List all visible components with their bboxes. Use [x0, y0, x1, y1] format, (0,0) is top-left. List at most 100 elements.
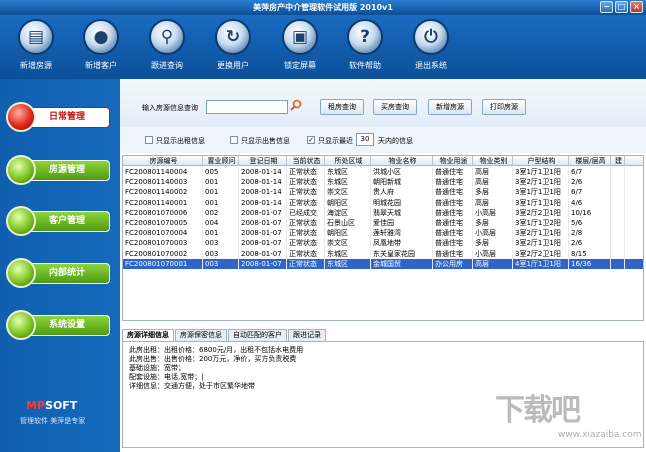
column-header: 楼层/层高	[569, 156, 611, 165]
table-cell: 正常状态	[287, 197, 325, 208]
sidebar-item-settings[interactable]: 系统设置	[6, 310, 116, 340]
tab-followup-records[interactable]: 跟进记录	[288, 329, 326, 341]
table-cell: 普通住宅	[433, 187, 473, 198]
rent-only-checkbox[interactable]	[145, 136, 153, 144]
tab-confidential-info[interactable]: 房源保密信息	[175, 329, 227, 341]
table-cell: 普通住宅	[433, 248, 473, 259]
table-cell: 普通住宅	[433, 177, 473, 188]
toolbar-new-customer-button[interactable]: ● 新增客户	[71, 19, 131, 71]
toolbar-switch-user-button[interactable]: ↻ 更换用户	[203, 19, 263, 71]
close-button[interactable]: ×	[630, 1, 643, 13]
sidebar-item-label: 客户管理	[24, 211, 110, 232]
sale-only-checkbox[interactable]	[230, 136, 238, 144]
table-cell: 3室1厅1卫2阳	[513, 218, 569, 228]
detail-tabs: 房源详细信息 房源保密信息 自动匹配的客户 跟进记录	[122, 329, 644, 341]
green-ball-icon	[6, 155, 36, 185]
table-row[interactable]: FC200801070002 003 2008-01-07 正常状态 东城区 东关皇家花园…	[123, 248, 643, 259]
table-row[interactable]: FC200801140003 001 2008-01-14 正常状态 东城区 朝阳新城 普通…	[123, 177, 643, 188]
buy-query-button[interactable]: 买房查询	[373, 99, 417, 115]
table-cell	[611, 218, 625, 228]
tab-matched-customers[interactable]: 自动匹配的客户	[228, 329, 287, 341]
maximize-button[interactable]: □	[615, 1, 628, 13]
table-cell: 多层	[473, 187, 513, 198]
sidebar: 日常管理 房源管理 客户管理 内部统计 系统设置	[0, 79, 120, 452]
main-toolbar: ▤ 新增房源 ● 新增客户 ⚲ 跟进查询 ↻ 更换用户 ▣ 锁定屏幕 ? 软件帮…	[0, 15, 646, 79]
watermark-url: www.xiazaiba.com	[558, 430, 642, 440]
sidebar-item-customers[interactable]: 客户管理	[6, 206, 116, 236]
recent-only-checkbox[interactable]: ✓	[307, 136, 315, 144]
column-header: 登记日期	[239, 156, 287, 165]
table-cell: 2008-01-14	[239, 177, 287, 188]
table-row[interactable]: FC200801070001 003 2008-01-07 正常状态 东城区 金城国贸 办公…	[123, 258, 643, 269]
table-cell: 2008-01-07	[239, 258, 287, 269]
table-cell: 3室2厅1卫1阳	[513, 238, 569, 249]
table-cell: 贵人府	[371, 187, 433, 198]
table-cell: 金城国贸	[371, 258, 433, 269]
table-cell: 高层	[473, 177, 513, 188]
rent-only-label: 只显示出租信息	[156, 137, 205, 145]
table-row[interactable]: FC200801140004 005 2008-01-14 正常状态 东城区 洪城小区 普通…	[123, 167, 643, 177]
logo-slogan: 管理软件 美萍是专家	[20, 417, 86, 425]
table-cell: FC200801070003	[123, 238, 203, 249]
table-cell: 10/16	[569, 207, 611, 218]
recent-days-input[interactable]: 30	[356, 133, 374, 146]
table-cell: 高层	[473, 258, 513, 269]
search-input[interactable]	[206, 100, 288, 114]
column-header: 建	[611, 156, 625, 165]
table-cell: 莲轩雅湾	[371, 228, 433, 239]
column-header: 房源编号	[123, 156, 203, 165]
table-row[interactable]: FC200801070005 004 2008-01-07 正常状态 石景山区 爱佳园 普通…	[123, 218, 643, 228]
table-cell: FC200801140003	[123, 177, 203, 188]
toolbar-new-listing-button[interactable]: ▤ 新增房源	[6, 19, 66, 71]
sidebar-item-daily[interactable]: 日常管理	[6, 102, 116, 132]
print-listings-button[interactable]: 打印房源	[482, 99, 526, 115]
table-row[interactable]: FC200801070003 003 2008-01-07 正常状态 崇文区 凤凰地带 普通…	[123, 238, 643, 249]
table-cell: 2008-01-07	[239, 218, 287, 228]
toolbar-label: 新增房源	[20, 61, 52, 70]
table-cell: 办公用房	[433, 258, 473, 269]
search-icon[interactable]	[290, 99, 304, 113]
table-cell: 洪城小区	[371, 167, 433, 177]
sale-only-label: 只显示出售信息	[241, 137, 290, 145]
minimize-button[interactable]: −	[600, 1, 613, 13]
toolbar-followup-query-button[interactable]: ⚲ 跟进查询	[137, 19, 197, 71]
column-header: 物业用途	[433, 156, 473, 165]
table-cell: 正常状态	[287, 187, 325, 198]
new-listing-button[interactable]: 新增房源	[428, 99, 472, 115]
green-ball-icon	[6, 310, 36, 340]
tab-listing-details[interactable]: 房源详细信息	[122, 329, 174, 341]
table-cell	[611, 228, 625, 239]
watermark: 下载吧	[495, 393, 581, 428]
table-cell: 003	[203, 248, 239, 259]
table-row[interactable]: FC200801140002 001 2008-01-14 正常状态 崇文区 贵人府 普通住…	[123, 187, 643, 198]
table-cell: FC200801070005	[123, 218, 203, 228]
table-cell: 2/8	[569, 228, 611, 239]
toolbar-exit-button[interactable]: ⏻ 退出系统	[401, 19, 461, 71]
table-cell: FC200801140002	[123, 187, 203, 198]
table-cell: 爱佳园	[371, 218, 433, 228]
table-cell: 8/15	[569, 248, 611, 259]
rent-query-button[interactable]: 租房查询	[320, 99, 364, 115]
sidebar-item-statistics[interactable]: 内部统计	[6, 258, 116, 288]
detail-line: 此房出租：出租价格：6800元/月，出租不包括水电费用	[129, 346, 304, 354]
table-row[interactable]: FC200801140001 001 2008-01-14 正常状态 朝阳区 明城花园 普通…	[123, 197, 643, 208]
table-cell: 5/6	[569, 218, 611, 228]
table-row[interactable]: FC200801070004 001 2008-01-07 正常状态 朝阳区 莲轩雅湾 普通…	[123, 228, 643, 239]
table-cell: 正常状态	[287, 177, 325, 188]
search-label: 输入房源信息查询	[142, 104, 198, 112]
table-cell	[611, 207, 625, 218]
table-cell: FC200801070002	[123, 248, 203, 259]
table-row[interactable]: FC200801070006 002 2008-01-07 已经成交 海淀区 翡翠天城 普通…	[123, 207, 643, 218]
table-cell: 001	[203, 228, 239, 239]
column-header: 所处区域	[325, 156, 371, 165]
table-cell: 6/7	[569, 167, 611, 177]
sidebar-item-listings[interactable]: 房源管理	[6, 155, 116, 185]
search-bar: 输入房源信息查询 租房查询 买房查询 新增房源 打印房源	[120, 79, 646, 127]
toolbar-help-button[interactable]: ? 软件帮助	[335, 19, 395, 71]
table-cell: 3室2厅1卫1阳	[513, 177, 569, 188]
sidebar-item-label: 系统设置	[24, 315, 110, 336]
toolbar-lock-screen-button[interactable]: ▣ 锁定屏幕	[270, 19, 330, 71]
column-header: 物业名称	[371, 156, 433, 165]
column-header: 物业类别	[473, 156, 513, 165]
table-cell: FC200801140004	[123, 167, 203, 177]
